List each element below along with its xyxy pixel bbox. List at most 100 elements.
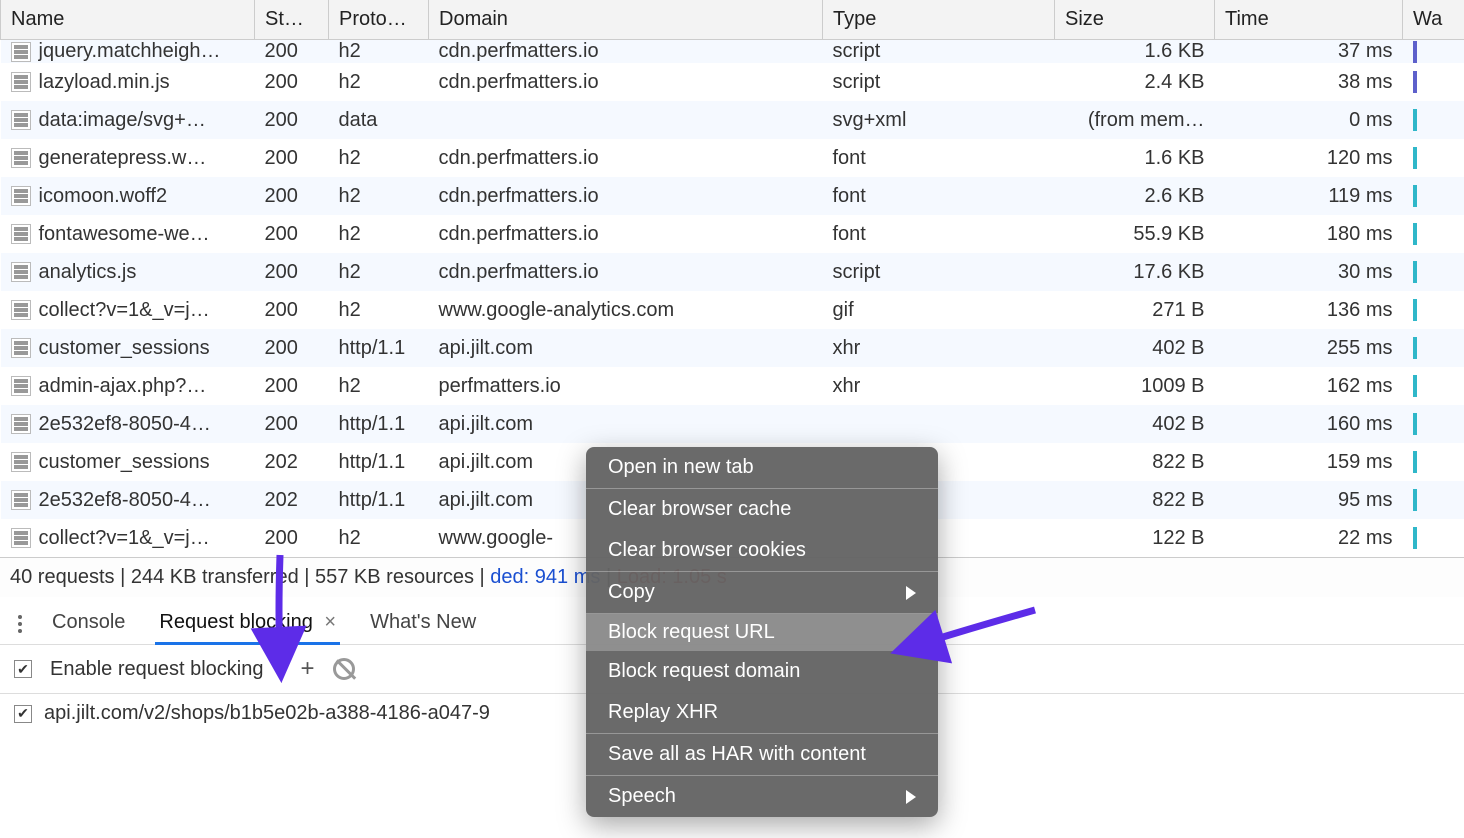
close-icon[interactable]: × (324, 611, 336, 633)
col-protocol[interactable]: Proto… (329, 0, 429, 40)
file-icon (11, 414, 31, 434)
file-icon (11, 376, 31, 396)
menu-copy[interactable]: Copy (586, 572, 938, 613)
table-row[interactable]: analytics.js200h2cdn.perfmatters.ioscrip… (1, 253, 1464, 291)
summary-text: 40 requests | 244 KB transferred | 557 K… (10, 566, 490, 588)
cell-size: 17.6 KB (1055, 253, 1215, 291)
cell-domain: api.jilt.com (429, 329, 823, 367)
cell-protocol: http/1.1 (329, 481, 429, 519)
cell-time: 22 ms (1215, 519, 1403, 557)
col-waterfall[interactable]: Wa (1403, 0, 1464, 40)
cell-name: jquery.matchheigh… (39, 40, 221, 63)
menu-clear-cache[interactable]: Clear browser cache (586, 489, 938, 530)
cell-type: script (823, 63, 1055, 101)
cell-domain: api.jilt.com (429, 405, 823, 443)
file-icon (11, 42, 31, 62)
table-row[interactable]: generatepress.w…200h2cdn.perfmatters.iof… (1, 139, 1464, 177)
add-pattern-icon[interactable]: + (300, 657, 314, 681)
col-size[interactable]: Size (1055, 0, 1215, 40)
cell-waterfall (1403, 177, 1464, 215)
menu-save-har[interactable]: Save all as HAR with content (586, 734, 938, 775)
menu-open-new-tab[interactable]: Open in new tab (586, 447, 938, 488)
cell-time: 255 ms (1215, 329, 1403, 367)
cell-waterfall (1403, 367, 1464, 405)
cell-domain: cdn.perfmatters.io (429, 253, 823, 291)
table-header-row: Name St… Proto… Domain Type Size Time Wa (1, 0, 1464, 40)
cell-protocol: h2 (329, 139, 429, 177)
cell-protocol: h2 (329, 291, 429, 329)
menu-replay-xhr[interactable]: Replay XHR (586, 692, 938, 733)
menu-speech[interactable]: Speech (586, 776, 938, 817)
cell-type: font (823, 177, 1055, 215)
cell-time: 159 ms (1215, 443, 1403, 481)
cell-name: admin-ajax.php?… (39, 375, 207, 398)
cell-name: fontawesome-we… (39, 223, 210, 246)
col-status[interactable]: St… (255, 0, 329, 40)
cell-size: 402 B (1055, 405, 1215, 443)
table-row[interactable]: collect?v=1&_v=j…200h2www.google-analyti… (1, 291, 1464, 329)
cell-status: 200 (255, 291, 329, 329)
col-time[interactable]: Time (1215, 0, 1403, 40)
cell-waterfall (1403, 443, 1464, 481)
enable-blocking-checkbox[interactable] (14, 660, 32, 678)
tab-request-blocking[interactable]: Request blocking × (155, 603, 340, 644)
enable-blocking-label: Enable request blocking (50, 658, 263, 681)
file-icon (11, 528, 31, 548)
table-row[interactable]: lazyload.min.js200h2cdn.perfmatters.iosc… (1, 63, 1464, 101)
menu-block-domain[interactable]: Block request domain (586, 651, 938, 692)
col-domain[interactable]: Domain (429, 0, 823, 40)
cell-size: 822 B (1055, 481, 1215, 519)
summary-domloaded: ded: 941 ms (490, 566, 600, 588)
cell-name: lazyload.min.js (39, 71, 170, 94)
cell-status: 200 (255, 177, 329, 215)
clear-patterns-icon[interactable] (333, 658, 355, 680)
cell-name: 2e532ef8-8050-4… (39, 489, 211, 512)
table-row[interactable]: admin-ajax.php?… 200h2perfmatters.ioxhr10… (1, 367, 1464, 405)
table-row[interactable]: 2e532ef8-8050-4…200http/1.1api.jilt.com4… (1, 405, 1464, 443)
tab-request-blocking-label: Request blocking (159, 611, 312, 633)
file-icon (11, 338, 31, 358)
cell-size: 2.6 KB (1055, 177, 1215, 215)
cell-type: svg+xml (823, 101, 1055, 139)
cell-waterfall (1403, 253, 1464, 291)
cell-name: collect?v=1&_v=j… (39, 527, 210, 550)
file-icon (11, 224, 31, 244)
col-name[interactable]: Name (1, 0, 255, 40)
cell-waterfall (1403, 40, 1464, 64)
table-row[interactable]: icomoon.woff2200h2cdn.perfmatters.iofont… (1, 177, 1464, 215)
cell-protocol: h2 (329, 177, 429, 215)
file-icon (11, 186, 31, 206)
cell-waterfall (1403, 481, 1464, 519)
cell-type: xhr (823, 367, 1055, 405)
menu-block-url[interactable]: Block request URL (586, 614, 938, 651)
cell-time: 180 ms (1215, 215, 1403, 253)
cell-protocol: h2 (329, 367, 429, 405)
cell-domain: cdn.perfmatters.io (429, 215, 823, 253)
cell-protocol: data (329, 101, 429, 139)
cell-waterfall (1403, 329, 1464, 367)
pattern-checkbox[interactable] (14, 705, 32, 723)
menu-clear-cookies[interactable]: Clear browser cookies (586, 530, 938, 571)
cell-time: 37 ms (1215, 40, 1403, 64)
cell-protocol: h2 (329, 215, 429, 253)
cell-status: 200 (255, 367, 329, 405)
cell-domain: www.google-analytics.com (429, 291, 823, 329)
cell-domain: cdn.perfmatters.io (429, 63, 823, 101)
cell-protocol: h2 (329, 519, 429, 557)
cell-time: 120 ms (1215, 139, 1403, 177)
cell-name: icomoon.woff2 (39, 185, 168, 208)
table-row[interactable]: customer_sessions200http/1.1api.jilt.com… (1, 329, 1464, 367)
table-row[interactable]: fontawesome-we…200h2cdn.perfmatters.iofo… (1, 215, 1464, 253)
table-row[interactable]: data:image/svg+…200datasvg+xml(from mem…… (1, 101, 1464, 139)
cell-domain: perfmatters.io (429, 367, 823, 405)
pattern-text: api.jilt.com/v2/shops/b1b5e02b-a388-4186… (44, 702, 490, 725)
kebab-icon[interactable] (18, 609, 22, 639)
tab-console[interactable]: Console (48, 603, 129, 644)
table-row[interactable]: jquery.matchheigh…200h2cdn.perfmatters.i… (1, 40, 1464, 64)
col-type[interactable]: Type (823, 0, 1055, 40)
cell-size: 1009 B (1055, 367, 1215, 405)
tab-whats-new[interactable]: What's New (366, 603, 480, 644)
cell-type: gif (823, 291, 1055, 329)
chevron-right-icon (906, 586, 916, 600)
cell-protocol: h2 (329, 253, 429, 291)
